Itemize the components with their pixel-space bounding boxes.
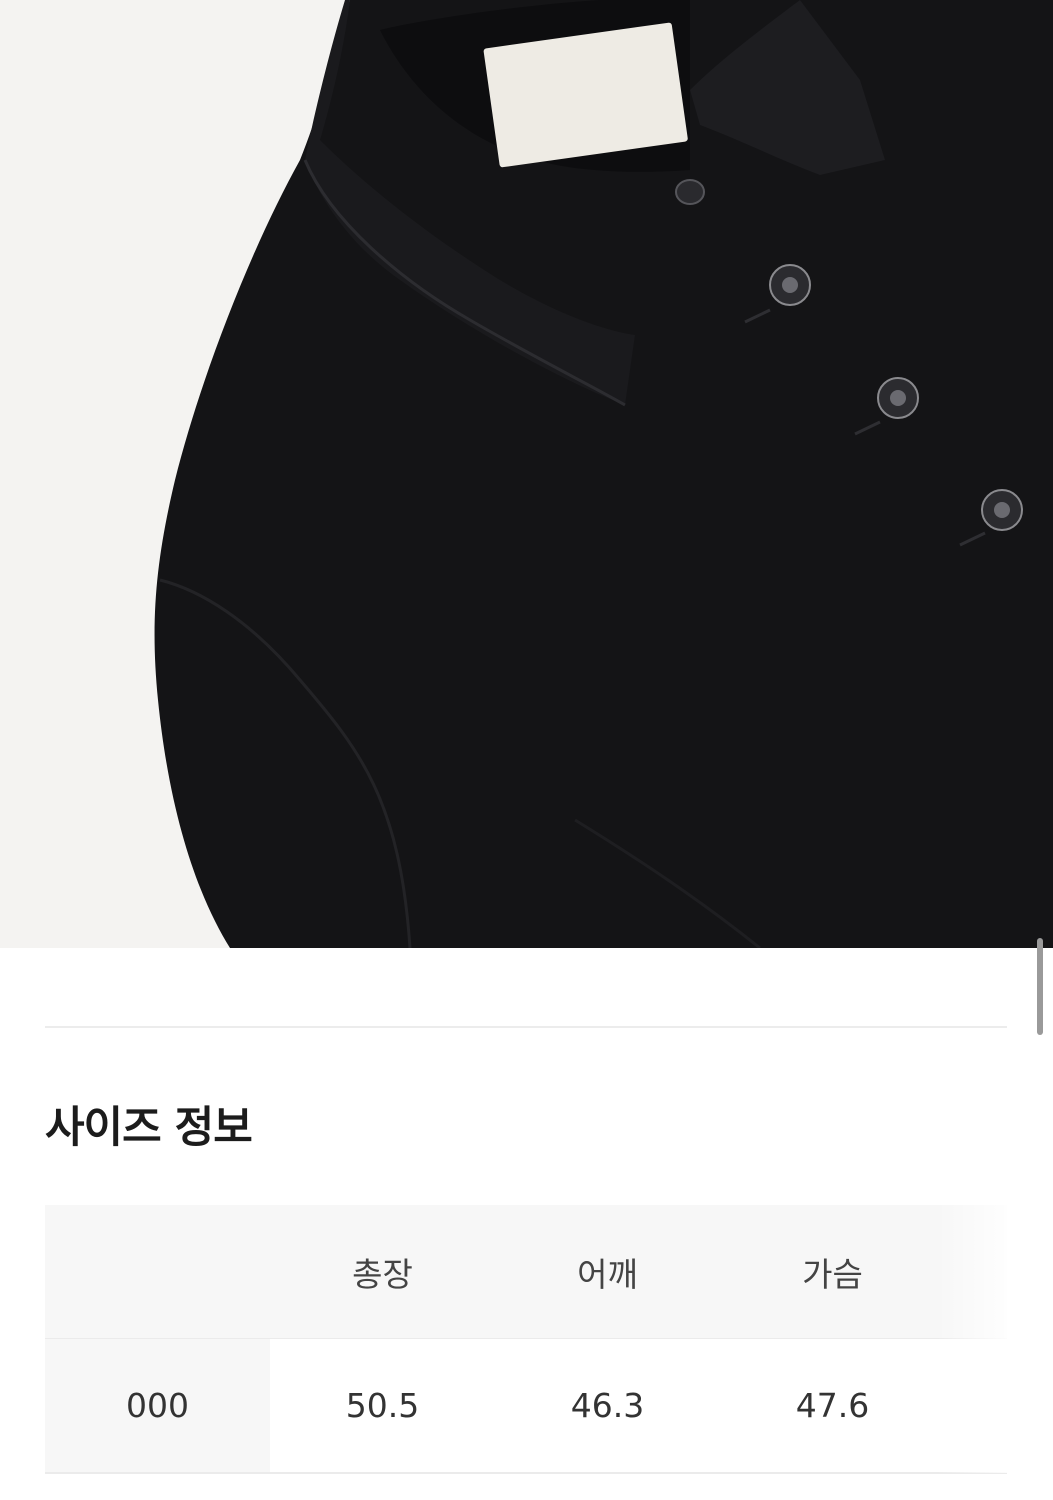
size-table-header-partial (945, 1205, 1007, 1338)
size-table-header-corner (45, 1205, 270, 1338)
size-value-chest: 47.6 (795, 1386, 870, 1425)
section-divider (45, 1026, 1007, 1028)
size-table[interactable]: 총장 어깨 가슴 000 50.5 46.3 47.6 (45, 1205, 1007, 1474)
size-value-shoulder: 46.3 (570, 1386, 645, 1425)
size-value-length: 50.5 (345, 1386, 420, 1425)
size-table-header-shoulder: 어깨 (577, 1254, 638, 1294)
size-table-header-row: 총장 어깨 가슴 (45, 1205, 1007, 1338)
size-table-header-chest: 가슴 (802, 1254, 863, 1294)
page-scrollbar[interactable] (1037, 938, 1043, 1035)
size-label-cell: 000 (45, 1339, 270, 1472)
size-table-header-length: 총장 (352, 1254, 413, 1294)
black-jacket-photo (154, 0, 1053, 948)
table-row: 000 50.5 46.3 47.6 (45, 1338, 1007, 1474)
product-image (0, 0, 1053, 948)
size-info-title: 사이즈 정보 (45, 1103, 253, 1153)
size-value-partial (945, 1339, 1007, 1472)
